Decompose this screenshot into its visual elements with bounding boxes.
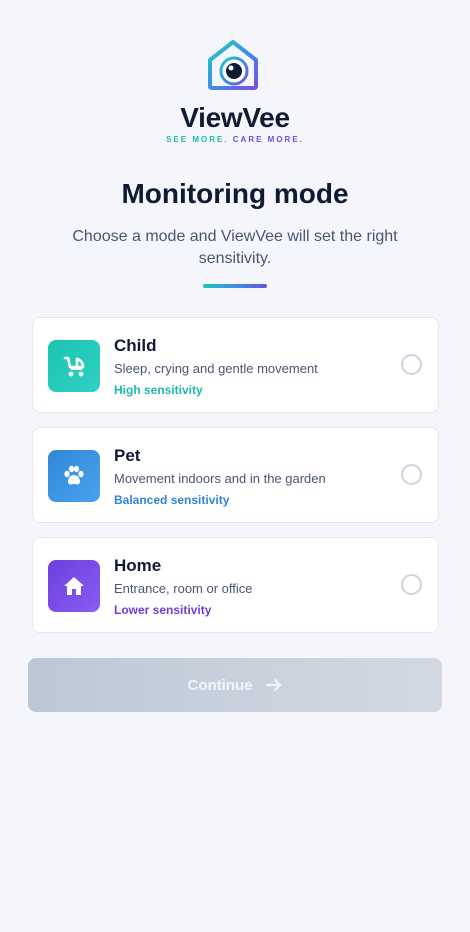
arrow-right-icon — [265, 678, 281, 692]
monitoring-mode-screen: ViewVee SEE MORE. CARE MORE. Monitoring … — [0, 0, 470, 932]
mode-name: Child — [114, 336, 157, 355]
mode-sensitivity: Lower sensitivity — [114, 603, 212, 617]
tagline-part2: CARE MORE. — [232, 135, 304, 144]
stroller-icon — [63, 356, 85, 377]
mode-sensitivity: Balanced sensitivity — [114, 493, 230, 507]
child-icon-box — [48, 340, 100, 392]
page-subtitle: Choose a mode and ViewVee will set the r… — [72, 228, 398, 267]
brand-tagline: SEE MORE. CARE MORE. — [0, 135, 470, 144]
tagline-part1: SEE MORE. — [166, 135, 229, 144]
page-title: Monitoring mode — [121, 178, 349, 209]
mode-card-pet[interactable]: Pet Movement indoors and in the garden B… — [32, 427, 439, 523]
home-icon-box — [48, 560, 100, 612]
mode-radio-home[interactable] — [401, 574, 422, 595]
mode-card-child[interactable]: Child Sleep, crying and gentle movement … — [32, 317, 439, 413]
title-divider — [203, 284, 267, 288]
viewvee-logo-icon — [208, 40, 258, 90]
paw-icon — [64, 465, 84, 485]
mode-sensitivity: High sensitivity — [114, 383, 203, 397]
mode-name: Home — [114, 556, 162, 575]
continue-button[interactable]: Continue — [28, 658, 442, 712]
house-icon — [64, 577, 84, 595]
mode-card-home[interactable]: Home Entrance, room or office Lower sens… — [32, 537, 439, 633]
mode-radio-pet[interactable] — [401, 464, 422, 485]
pet-icon-box — [48, 450, 100, 502]
mode-name: Pet — [114, 446, 141, 465]
mode-description: Sleep, crying and gentle movement — [114, 361, 318, 376]
mode-radio-child[interactable] — [401, 354, 422, 375]
brand-name: ViewVee — [180, 102, 290, 133]
mode-description: Entrance, room or office — [114, 581, 253, 596]
continue-label: Continue — [187, 676, 253, 694]
mode-description: Movement indoors and in the garden — [114, 471, 326, 486]
